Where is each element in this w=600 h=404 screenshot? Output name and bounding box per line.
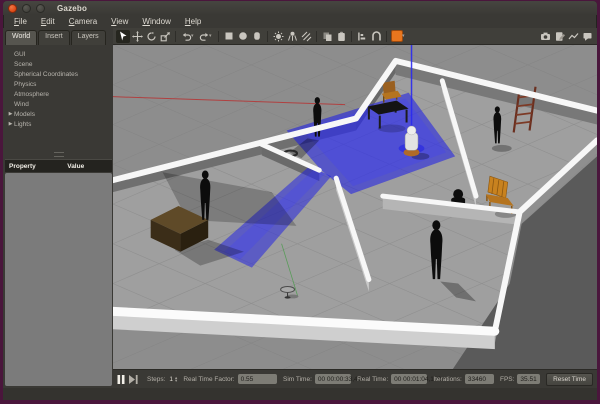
point-light-button[interactable] xyxy=(271,30,285,43)
toolbar-separator xyxy=(218,31,219,42)
step-icon xyxy=(129,375,138,384)
panel-tabs: World Insert Layers xyxy=(5,30,112,45)
steps-label: Steps: xyxy=(147,376,165,383)
tree-item-wind[interactable]: Wind xyxy=(7,99,112,109)
property-table-header: Property Value xyxy=(5,159,112,172)
menu-camera[interactable]: Camera xyxy=(62,16,104,27)
time-panel: Steps: 1 ▴▾ Real Time Factor: 0.55 Sim T… xyxy=(113,369,597,388)
iterations-label: Iterations: xyxy=(433,376,462,383)
window-footer xyxy=(3,388,597,400)
sim-time-field[interactable]: 00 00:00:33,460 xyxy=(315,374,351,384)
screenshot-button[interactable] xyxy=(538,30,552,43)
tree-item-gui[interactable]: GUI xyxy=(7,49,112,59)
rotate-tool-button[interactable] xyxy=(144,30,158,43)
menu-edit[interactable]: Edit xyxy=(34,16,62,27)
menu-file[interactable]: File xyxy=(7,16,34,27)
spinner-down-icon[interactable]: ▾ xyxy=(175,379,177,382)
select-tool-button[interactable] xyxy=(116,30,130,43)
pause-button[interactable] xyxy=(117,373,126,385)
tree-item-models[interactable]: ▶Models xyxy=(7,109,112,119)
world-tree: GUI Scene Spherical Coordinates Physics … xyxy=(5,45,112,129)
menu-view[interactable]: View xyxy=(104,16,135,27)
redo-history-dropdown[interactable]: ▾ xyxy=(209,33,215,39)
menu-window[interactable]: Window xyxy=(135,16,177,27)
tab-layers[interactable]: Layers xyxy=(71,30,106,45)
tree-item-physics[interactable]: Physics xyxy=(7,79,112,89)
topic-visualization-button[interactable] xyxy=(580,30,594,43)
step-button[interactable] xyxy=(129,373,138,385)
steps-value[interactable]: 1 xyxy=(169,376,173,383)
menu-help[interactable]: Help xyxy=(178,16,208,27)
expand-arrow-icon[interactable]: ▶ xyxy=(7,121,14,127)
pause-icon xyxy=(117,375,125,384)
directional-light-button[interactable] xyxy=(299,30,313,43)
expand-arrow-icon[interactable]: ▶ xyxy=(7,111,14,117)
copy-button[interactable] xyxy=(320,30,334,43)
tab-insert[interactable]: Insert xyxy=(38,30,70,45)
render-view[interactable] xyxy=(113,45,597,369)
property-table-body[interactable] xyxy=(5,173,112,386)
tree-item-lights[interactable]: ▶Lights xyxy=(7,119,112,129)
sim-time-label: Sim Time: xyxy=(283,376,312,383)
real-time-label: Real Time: xyxy=(357,376,388,383)
tree-item-atmosphere[interactable]: Atmosphere xyxy=(7,89,112,99)
value-column-header: Value xyxy=(67,163,112,170)
toolbar-separator xyxy=(386,31,387,42)
toolbar-separator xyxy=(267,31,268,42)
scale-tool-button[interactable] xyxy=(158,30,172,43)
align-button[interactable] xyxy=(355,30,369,43)
rtf-field[interactable]: 0.55 xyxy=(238,374,277,384)
menu-bar: File Edit Camera View Window Help xyxy=(3,15,597,28)
insert-cylinder-button[interactable] xyxy=(250,30,264,43)
fps-label: FPS: xyxy=(500,376,514,383)
snap-button[interactable] xyxy=(369,30,383,43)
toolbar-separator xyxy=(316,31,317,42)
render-toolbar: ▾ ▾ ▾ xyxy=(113,28,597,45)
scene-canvas[interactable] xyxy=(113,45,597,369)
property-column-header: Property xyxy=(5,163,67,170)
reset-time-button[interactable]: Reset Time xyxy=(546,373,593,386)
toolbar-separator xyxy=(175,31,176,42)
window-title: Gazebo xyxy=(57,4,87,13)
tab-world[interactable]: World xyxy=(5,30,37,45)
toolbar-separator xyxy=(351,31,352,42)
close-button[interactable] xyxy=(8,4,17,13)
tree-item-scene[interactable]: Scene xyxy=(7,59,112,69)
spot-light-button[interactable] xyxy=(285,30,299,43)
insert-box-button[interactable] xyxy=(222,30,236,43)
left-panel: World Insert Layers GUI Scene Spherical … xyxy=(3,28,113,388)
maximize-button[interactable] xyxy=(36,4,45,13)
title-bar[interactable]: Gazebo xyxy=(3,1,597,15)
tree-item-spherical-coordinates[interactable]: Spherical Coordinates xyxy=(7,69,112,79)
steps-spinner[interactable]: ▴▾ xyxy=(175,376,177,382)
iterations-field[interactable]: 33460 xyxy=(465,374,494,384)
insert-sphere-button[interactable] xyxy=(236,30,250,43)
view-angle-dropdown[interactable]: ▾ xyxy=(402,33,408,39)
splitter-handle-icon[interactable] xyxy=(54,152,64,157)
minimize-button[interactable] xyxy=(22,4,31,13)
translate-tool-button[interactable] xyxy=(130,30,144,43)
plot-button[interactable] xyxy=(566,30,580,43)
panel-splitter[interactable] xyxy=(5,129,112,159)
fps-field[interactable]: 35.51 xyxy=(517,374,540,384)
real-time-field[interactable]: 00 00:01:04,172 xyxy=(391,374,427,384)
log-record-button[interactable] xyxy=(552,30,566,43)
gazebo-window: Gazebo File Edit Camera View Window Help… xyxy=(3,1,597,400)
paste-button[interactable] xyxy=(334,30,348,43)
rtf-label: Real Time Factor: xyxy=(183,376,234,383)
